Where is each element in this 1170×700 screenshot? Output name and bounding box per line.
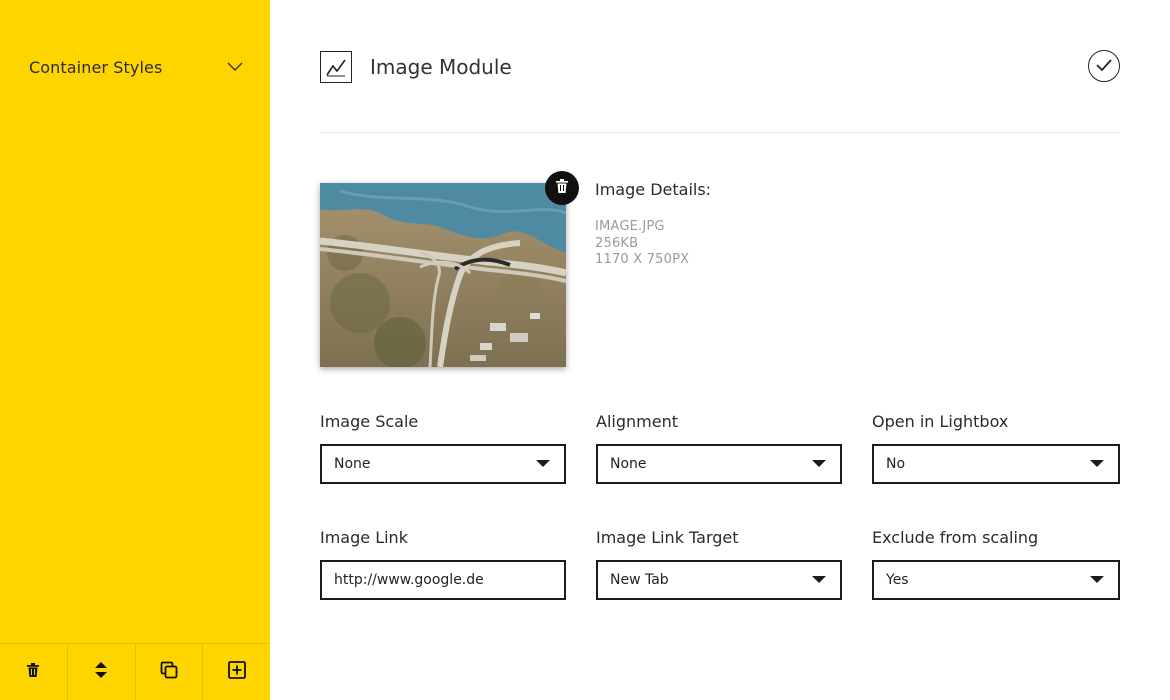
image-details: Image Details: IMAGE.JPG 256KB 1170 X 75…: [595, 180, 711, 269]
module-header: Image Module: [320, 50, 1120, 84]
open-in-lightbox-label: Open in Lightbox: [872, 412, 1009, 431]
module-title: Image Module: [370, 55, 512, 79]
delete-container-button[interactable]: [0, 644, 68, 700]
main-panel: Image Module Image Details: IMAGE.JPG 25…: [270, 0, 1170, 700]
exclude-from-scaling-label: Exclude from scaling: [872, 528, 1039, 547]
duplicate-container-button[interactable]: [136, 644, 204, 700]
caret-down-icon: [536, 460, 550, 467]
open-in-lightbox-field: Open in Lightbox No: [872, 410, 1120, 484]
alignment-label: Alignment: [596, 412, 678, 431]
trash-icon: [555, 178, 569, 198]
image-dimensions: 1170 X 750PX: [595, 252, 690, 267]
container-styles-label: Container Styles: [29, 57, 163, 77]
image-scale-value: None: [334, 456, 371, 472]
trash-icon: [25, 662, 41, 682]
sidebar-toolbar: [0, 643, 270, 700]
image-preview[interactable]: [320, 183, 566, 367]
caret-down-icon: [812, 576, 826, 583]
image-scale-label: Image Scale: [320, 412, 419, 431]
image-link-target-label: Image Link Target: [596, 528, 739, 547]
move-container-button[interactable]: [68, 644, 136, 700]
exclude-from-scaling-select[interactable]: Yes: [872, 560, 1120, 600]
add-container-button[interactable]: [203, 644, 270, 700]
image-link-target-field: Image Link Target New Tab: [596, 526, 842, 600]
alignment-select[interactable]: None: [596, 444, 842, 484]
delete-image-button[interactable]: [545, 171, 579, 205]
image-details-title: Image Details:: [595, 180, 712, 199]
image-link-target-select[interactable]: New Tab: [596, 560, 842, 600]
confirm-button[interactable]: [1088, 50, 1120, 82]
image-filesize: 256KB: [595, 235, 639, 251]
image-link-value: http://www.google.de: [334, 572, 484, 588]
exclude-from-scaling-value: Yes: [886, 572, 909, 588]
exclude-from-scaling-field: Exclude from scaling Yes: [872, 526, 1120, 600]
open-in-lightbox-value: No: [886, 456, 906, 472]
alignment-value: None: [610, 456, 647, 472]
open-in-lightbox-select[interactable]: No: [872, 444, 1120, 484]
image-scale-field: Image Scale None: [320, 410, 566, 484]
chevron-down-icon: [227, 59, 243, 75]
caret-down-icon: [812, 460, 826, 467]
image-link-label: Image Link: [320, 528, 408, 547]
image-link-target-value: New Tab: [610, 572, 669, 588]
sidebar: Container Styles: [0, 0, 270, 700]
alignment-field: Alignment None: [596, 410, 842, 484]
image-chart-icon: [320, 51, 352, 83]
header-divider: [320, 132, 1120, 133]
caret-down-icon: [1090, 460, 1104, 467]
image-link-input[interactable]: http://www.google.de: [320, 560, 566, 600]
image-filename: IMAGE.JPG: [595, 219, 665, 234]
image-link-field: Image Link http://www.google.de: [320, 526, 566, 600]
check-icon: [1095, 57, 1113, 76]
caret-down-icon: [1090, 576, 1104, 583]
plus-square-icon: [227, 661, 246, 683]
move-updown-icon: [94, 661, 108, 683]
container-styles-toggle[interactable]: Container Styles: [29, 52, 243, 82]
image-scale-select[interactable]: None: [320, 444, 566, 484]
copy-icon: [160, 661, 178, 683]
